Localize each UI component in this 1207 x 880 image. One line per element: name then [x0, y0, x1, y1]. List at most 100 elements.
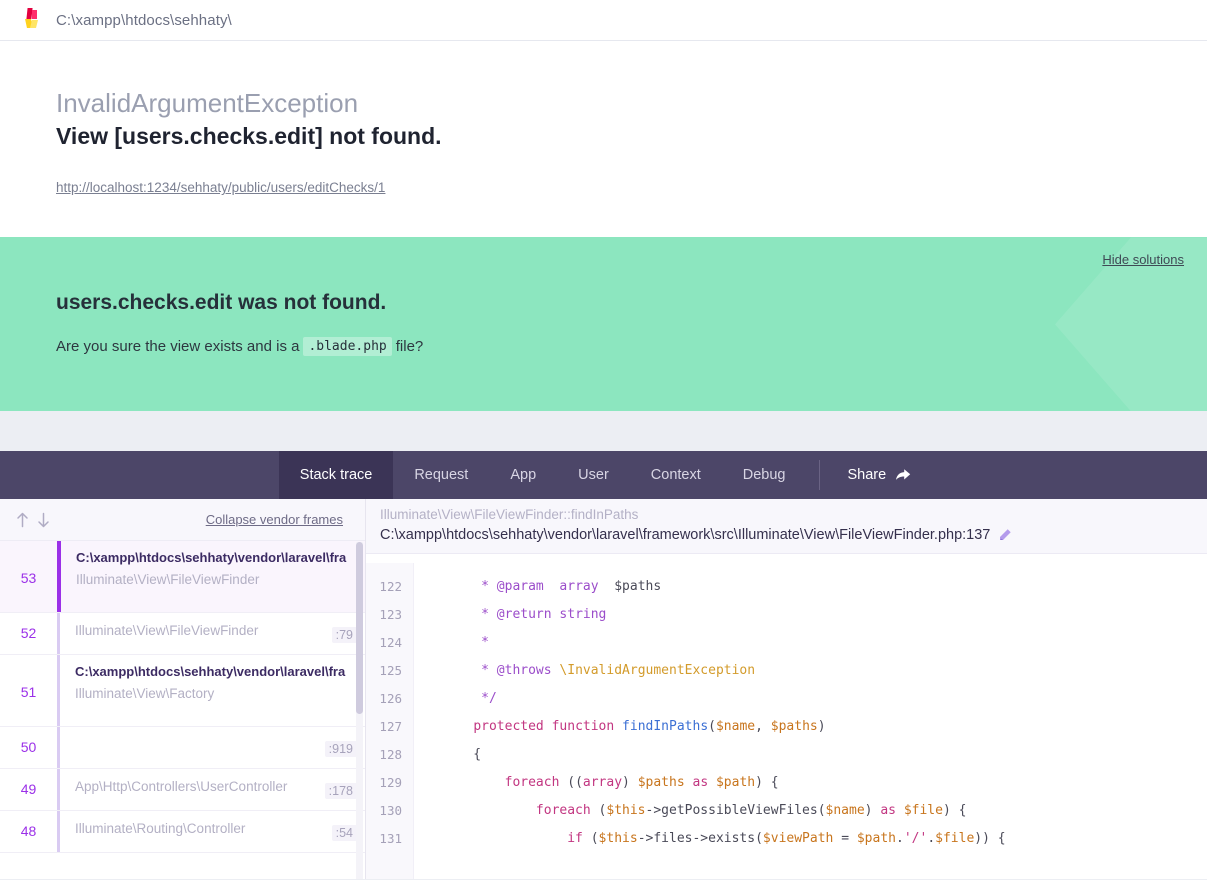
code-token: ) [622, 775, 638, 791]
code-header: Illuminate\View\FileViewFinder::findInPa… [366, 499, 1207, 555]
code-line-number: 125 [379, 663, 402, 679]
code-token: */ [442, 691, 497, 707]
arrow-up-icon[interactable] [16, 512, 29, 528]
tab-label: Context [650, 467, 701, 484]
stack-frame-path: C:\xampp\htdocs\sehhaty\vendor\laravel\f… [75, 664, 346, 680]
exception-header: InvalidArgumentException View [users.che… [0, 41, 1207, 238]
stack-scrollbar[interactable] [356, 542, 363, 880]
stack-frame-class: Illuminate\Routing\Controller [75, 821, 246, 837]
code-line-number: 122 [379, 579, 402, 595]
code-token: foreach [504, 775, 560, 791]
code-token: * [442, 579, 497, 595]
code-token: . [896, 831, 904, 847]
code-token: if [567, 831, 583, 847]
hide-solutions-link[interactable]: Hide solutions [1102, 252, 1184, 267]
code-token: $name [715, 719, 756, 735]
code-token: $path [856, 831, 896, 847]
stack-frame-number: 49 [20, 781, 37, 798]
code-token: findInPaths [622, 719, 709, 735]
share-label: Share [847, 467, 887, 484]
stack-frame-body: C:\xampp\htdocs\sehhaty\vendor\laravel\f… [61, 541, 365, 612]
stack-frame-number: 50 [20, 739, 37, 756]
code-line: */ [442, 685, 1207, 713]
code-line-number: 129 [379, 775, 402, 791]
code-token: ( [708, 719, 716, 735]
code-line: if ($this->files->exists($viewPath = $pa… [442, 825, 1207, 853]
code-token: * [442, 663, 497, 679]
stack-frame-row[interactable]: 53 C:\xampp\htdocs\sehhaty\vendor\laravel… [0, 541, 365, 614]
collapse-vendor-frames-link[interactable]: Collapse vendor frames [206, 512, 343, 527]
code-token: string [559, 607, 607, 623]
arrow-down-icon[interactable] [37, 512, 50, 528]
code-token: ) { [755, 775, 779, 791]
stack-frame-row[interactable]: 50 :919 [0, 727, 365, 770]
code-token: ) { [942, 803, 967, 819]
code-token: . [927, 831, 936, 847]
stack-frame-class: Illuminate\View\Factory [75, 686, 215, 702]
code-token: array [582, 775, 623, 791]
tab-request[interactable]: Request [393, 451, 489, 499]
code-gutter: 122 123 124 125 126 127 128 129 130 131 [366, 563, 414, 880]
stack-frame-row[interactable]: 49 App\Http\Controllers\UserController:17… [0, 769, 365, 812]
tab-label: Debug [742, 467, 786, 484]
code-token: ) [864, 803, 881, 819]
code-token: $file [935, 831, 975, 847]
stack-frame-line-number: :79 [331, 627, 357, 644]
code-token: @throws [496, 663, 552, 679]
code-token: function [551, 719, 615, 735]
request-url-link[interactable]: http://localhost:1234/sehhaty/public/use… [56, 180, 385, 195]
tab-label: User [578, 467, 609, 484]
code-token: $this [598, 831, 638, 847]
share-arrow-icon [896, 469, 911, 480]
panel-gap [0, 411, 1207, 452]
code-line: { [442, 741, 1207, 769]
solution-title: users.checks.edit was not found. [56, 291, 387, 315]
solution-body: Are you sure the view exists and is a .b… [56, 337, 423, 357]
stack-frame-body: Illuminate\Routing\Controller :54 [60, 811, 365, 852]
tab-user[interactable]: User [557, 451, 630, 499]
code-token: * [442, 635, 489, 651]
stack-frame-body: :919 [60, 727, 365, 768]
code-line: foreach ($this->getPossibleViewFiles($na… [442, 797, 1207, 825]
stack-frame-number: 48 [20, 823, 37, 840]
code-line-number: 128 [379, 747, 402, 763]
pencil-icon[interactable] [998, 528, 1012, 542]
stack-toolbar: Collapse vendor frames [0, 499, 365, 542]
exception-class: InvalidArgumentException [56, 88, 359, 118]
code-lines[interactable]: * @param array $paths * @return string *… [414, 563, 1207, 879]
tab-debug[interactable]: Debug [722, 451, 807, 499]
code-line-number: 126 [379, 691, 402, 707]
code-token: protected [473, 719, 544, 735]
tab-stack-trace[interactable]: Stack trace [278, 451, 394, 500]
code-token: ) [817, 719, 826, 735]
code-token: ->getPossibleViewFiles( [645, 803, 826, 819]
stack-frame-number: 52 [20, 625, 37, 642]
solutions-panel: Hide solutions users.checks.edit was not… [0, 237, 1207, 412]
tab-context[interactable]: Context [630, 451, 722, 499]
code-header-file-path: C:\xampp\htdocs\sehhaty\vendor\laravel\f… [380, 527, 991, 544]
code-token: )) { [974, 831, 1006, 847]
code-line-number: 124 [379, 635, 402, 651]
code-line-number: 127 [379, 719, 402, 735]
stack-frame-row[interactable]: 51 C:\xampp\htdocs\sehhaty\vendor\laravel… [0, 655, 365, 728]
stack-scrollbar-thumb[interactable] [356, 542, 363, 715]
code-line: * @return string [442, 601, 1207, 629]
stack-frame-body: C:\xampp\htdocs\sehhaty\vendor\laravel\f… [60, 655, 365, 726]
code-token: $path [715, 775, 756, 791]
stack-frame-row[interactable]: 52 Illuminate\View\FileViewFinder:79 [0, 613, 365, 656]
tab-app[interactable]: App [489, 451, 557, 499]
stack-frame-row[interactable]: 48 Illuminate\Routing\Controller :54 [0, 811, 365, 854]
share-button[interactable]: Share [832, 451, 929, 499]
stack-frame-number: 51 [20, 684, 37, 701]
stack-frame-list: 53 C:\xampp\htdocs\sehhaty\vendor\laravel… [0, 541, 365, 854]
code-token: as [692, 775, 709, 791]
code-line: * @param array $paths [442, 573, 1207, 601]
stack-frame-line-number: :54 [331, 825, 357, 842]
stack-trace-pane: Collapse vendor frames 53 C:\xampp\htdocs… [0, 499, 366, 880]
